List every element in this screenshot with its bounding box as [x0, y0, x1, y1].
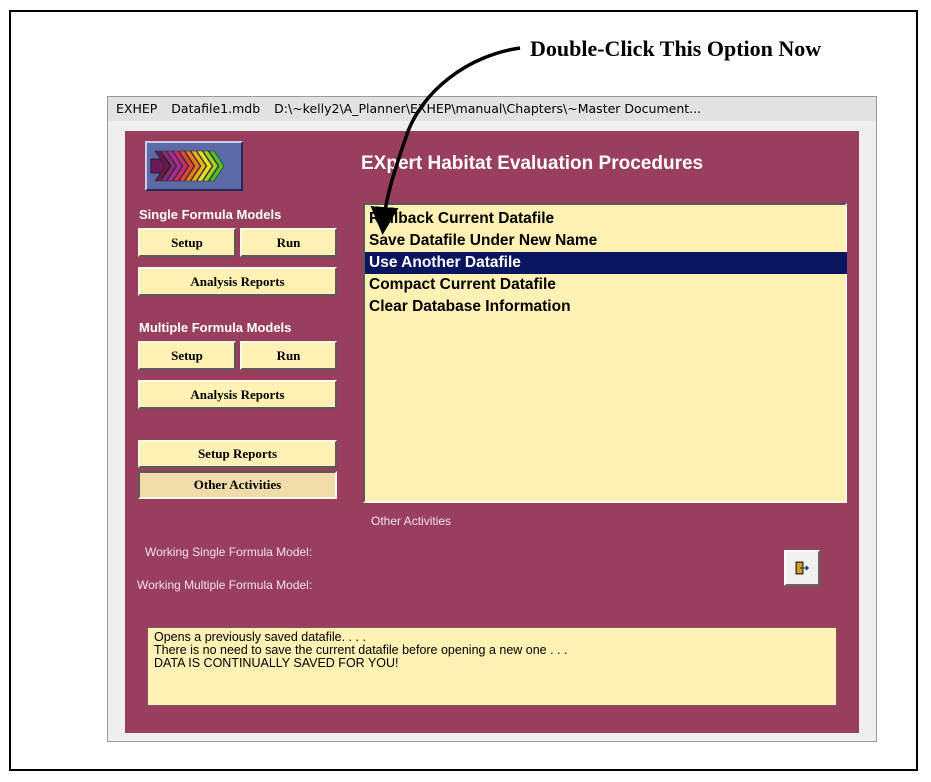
setup-reports-button[interactable]: Setup Reports — [138, 440, 337, 468]
single-setup-button[interactable]: Setup — [138, 228, 236, 257]
title-path: D:\~kelly2\A_Planner\EXHEP\manual\Chapte… — [274, 101, 702, 116]
other-activities-button[interactable]: Other Activities — [138, 471, 337, 499]
multiple-run-button[interactable]: Run — [240, 341, 337, 370]
exit-button[interactable] — [784, 550, 820, 586]
multiple-setup-button[interactable]: Setup — [138, 341, 236, 370]
title-app: EXHEP — [116, 101, 158, 116]
callout-label: Double-Click This Option Now — [530, 36, 822, 61]
working-multiple-label: Working Multiple Formula Model: — [137, 578, 313, 592]
multiple-analysis-reports-button[interactable]: Analysis Reports — [138, 380, 337, 409]
list-item[interactable]: Save Datafile Under New Name — [365, 230, 847, 252]
list-item[interactable]: Clear Database Information — [365, 296, 847, 318]
status-line: DATA IS CONTINUALLY SAVED FOR YOU! — [154, 656, 399, 670]
arrows-logo-icon — [145, 141, 243, 191]
activities-listbox[interactable]: Rollback Current Datafile Save Datafile U… — [363, 203, 847, 503]
single-run-button[interactable]: Run — [240, 228, 337, 257]
list-item[interactable]: Compact Current Datafile — [365, 274, 847, 296]
exit-door-icon — [795, 561, 809, 575]
app-title: EXpert Habitat Evaluation Procedures — [361, 153, 704, 174]
single-analysis-reports-button[interactable]: Analysis Reports — [138, 267, 337, 296]
single-formula-label: Single Formula Models — [139, 207, 282, 222]
listbox-caption: Other Activities — [371, 514, 452, 528]
working-single-label: Working Single Formula Model: — [145, 545, 313, 559]
list-item[interactable]: Rollback Current Datafile — [365, 208, 847, 230]
main-form: EXpert Habitat Evaluation Procedures Sin… — [125, 131, 859, 733]
title-bar[interactable]: EXHEP Datafile1.mdb D:\~kelly2\A_Planner\E… — [108, 97, 876, 121]
title-file: Datafile1.mdb — [171, 101, 261, 116]
list-item[interactable]: Use Another Datafile — [365, 252, 847, 274]
app-window: EXHEP Datafile1.mdb D:\~kelly2\A_Planner\E… — [107, 96, 877, 742]
status-message-box: Opens a previously saved datafile. . . .… — [147, 627, 837, 706]
multiple-formula-label: Multiple Formula Models — [139, 320, 292, 335]
